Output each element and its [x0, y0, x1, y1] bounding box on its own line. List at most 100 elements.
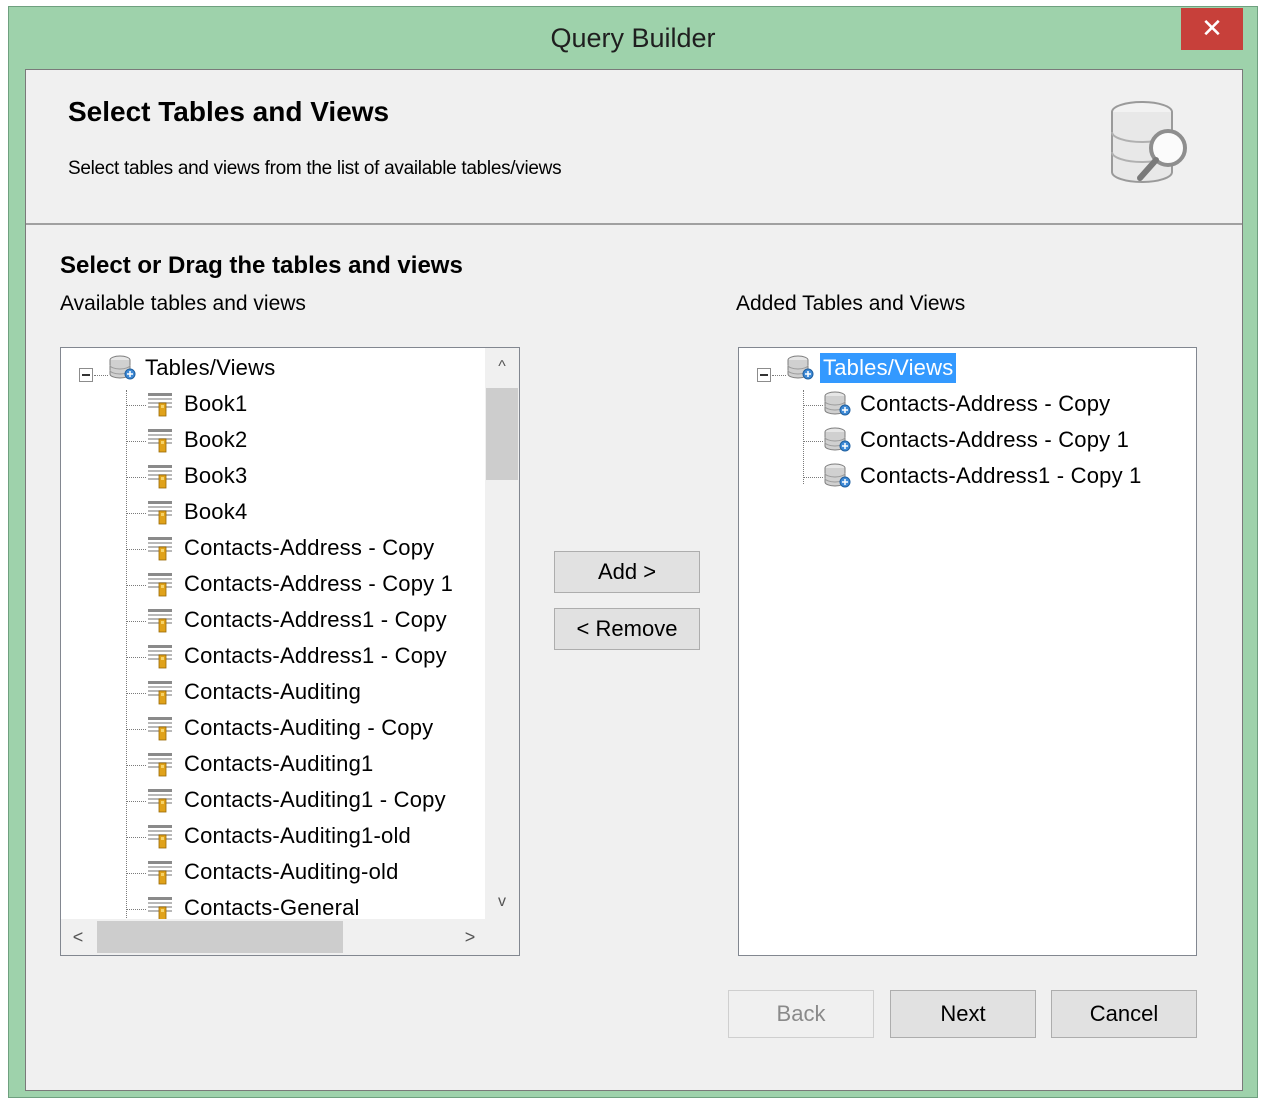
added-tree[interactable]: Tables/Views Contacts-Address - Copy Cont… — [738, 347, 1197, 956]
table-icon — [146, 606, 176, 634]
horizontal-scrollbar[interactable]: < > — [61, 919, 487, 955]
collapse-icon[interactable] — [79, 368, 93, 382]
available-label: Available tables and views — [60, 292, 306, 315]
tree-item[interactable]: Contacts-Address - Copy 1 — [146, 566, 456, 602]
tree-item-label: Contacts-Address - Copy 1 — [860, 427, 1130, 452]
table-icon — [146, 498, 176, 526]
tree-item[interactable]: Contacts-Auditing1-old — [146, 818, 414, 854]
vertical-scrollbar[interactable]: ^ v — [485, 348, 519, 921]
tree-connector — [126, 405, 146, 406]
collapse-icon[interactable] — [757, 368, 771, 382]
tree-connector — [126, 837, 146, 838]
tree-item-label: Contacts-Address - Copy 1 — [184, 571, 454, 596]
page-subtitle: Select tables and views from the list of… — [68, 158, 562, 179]
scroll-right-arrow[interactable]: > — [455, 919, 485, 955]
tree-item-label: Contacts-Auditing - Copy — [184, 715, 434, 740]
scroll-thumb[interactable] — [486, 388, 518, 480]
tree-item[interactable]: Contacts-Address1 - Copy 1 — [823, 458, 1145, 494]
table-icon — [146, 462, 176, 490]
database-search-icon — [1111, 101, 1187, 183]
tree-connector — [803, 477, 823, 478]
tree-item[interactable]: Contacts-Auditing - Copy — [146, 710, 436, 746]
table-icon — [146, 786, 176, 814]
tree-connector — [126, 441, 146, 442]
remove-button[interactable]: < Remove — [554, 608, 700, 650]
table-icon — [146, 534, 176, 562]
tree-connector — [126, 801, 146, 802]
table-icon — [146, 570, 176, 598]
tree-connector — [126, 477, 146, 478]
scroll-corner — [485, 919, 519, 955]
table-icon — [146, 426, 176, 454]
tree-connector — [126, 693, 146, 694]
page-title: Select Tables and Views — [68, 96, 390, 127]
available-tree[interactable]: Tables/Views Book1 Book2 Book3 Book4 Contact… — [60, 347, 520, 956]
tree-connector — [126, 549, 146, 550]
tree-root-label: Tables/Views — [820, 353, 957, 383]
tree-item[interactable]: Book4 — [146, 494, 250, 530]
tree-connector — [126, 909, 146, 910]
tree-item[interactable]: Contacts-Auditing1 — [146, 746, 376, 782]
tree-item[interactable]: Book2 — [146, 422, 250, 458]
section-title: Select or Drag the tables and views — [60, 252, 463, 279]
tree-item[interactable]: Contacts-Address - Copy — [823, 386, 1113, 422]
tree-item[interactable]: Contacts-Address1 - Copy — [146, 638, 450, 674]
tree-connector — [126, 873, 146, 874]
tree-item[interactable]: Contacts-Address1 - Copy — [146, 602, 450, 638]
tree-item-label: Contacts-Auditing1 — [184, 751, 374, 776]
tree-item-label: Contacts-Auditing1 - Copy — [184, 787, 446, 812]
tree-item[interactable]: Contacts-Address - Copy 1 — [823, 422, 1132, 458]
cancel-button[interactable]: Cancel — [1051, 990, 1197, 1038]
tree-connector — [126, 765, 146, 766]
database-icon — [823, 390, 853, 418]
tree-connector — [126, 621, 146, 622]
tree-connector — [772, 375, 786, 376]
back-button[interactable]: Back — [728, 990, 874, 1038]
scroll-thumb[interactable] — [97, 921, 343, 953]
dialog-body: Select Tables and Views Select tables an… — [25, 69, 1243, 1091]
dialog-window: Query Builder ✕ Select Tables and Views … — [8, 6, 1258, 1098]
tree-connector — [126, 585, 146, 586]
tree-item[interactable]: Book1 — [146, 386, 250, 422]
tree-item-label: Book4 — [184, 499, 248, 524]
tree-root[interactable]: Tables/Views — [786, 350, 957, 386]
tree-item[interactable]: Contacts-Auditing1 - Copy — [146, 782, 449, 818]
tree-item-label: Contacts-Auditing-old — [184, 859, 399, 884]
tree-item-label: Contacts-Address1 - Copy — [184, 607, 447, 632]
database-icon — [823, 462, 853, 490]
tree-item[interactable]: Contacts-Auditing-old — [146, 854, 402, 890]
add-button[interactable]: Add > — [554, 551, 700, 593]
scroll-up-arrow[interactable]: ^ — [485, 352, 519, 382]
tree-item-label: Contacts-Auditing — [184, 679, 362, 704]
close-button[interactable]: ✕ — [1181, 8, 1243, 50]
title-bar[interactable]: Query Builder ✕ — [9, 7, 1257, 69]
scroll-down-arrow[interactable]: v — [485, 887, 519, 917]
tree-connector — [126, 513, 146, 514]
tree-item-label: Contacts-Address1 - Copy 1 — [860, 463, 1142, 488]
table-icon — [146, 894, 176, 922]
table-icon — [146, 822, 176, 850]
tree-item[interactable]: Contacts-Address - Copy — [146, 530, 437, 566]
tree-connector — [803, 405, 823, 406]
tree-connector — [803, 441, 823, 442]
tree-item[interactable]: Book3 — [146, 458, 250, 494]
tree-item[interactable]: Contacts-Auditing — [146, 674, 364, 710]
tree-connector — [126, 390, 127, 930]
table-icon — [146, 678, 176, 706]
scroll-left-arrow[interactable]: < — [63, 919, 93, 955]
tree-item-label: Contacts-Address1 - Copy — [184, 643, 447, 668]
tree-connector — [94, 375, 108, 376]
tree-item-label: Book3 — [184, 463, 248, 488]
table-icon — [146, 642, 176, 670]
tree-root-label: Tables/Views — [145, 355, 276, 380]
table-icon — [146, 390, 176, 418]
tree-item-label: Contacts-Auditing1-old — [184, 823, 411, 848]
database-icon — [786, 354, 816, 382]
tree-item-label: Book2 — [184, 427, 248, 452]
tree-item-label: Contacts-Address - Copy — [184, 535, 435, 560]
tree-root[interactable]: Tables/Views — [108, 350, 278, 386]
wizard-header: Select Tables and Views Select tables an… — [26, 70, 1242, 225]
next-button[interactable]: Next — [890, 990, 1036, 1038]
tree-connector — [126, 657, 146, 658]
tree-connector — [126, 729, 146, 730]
